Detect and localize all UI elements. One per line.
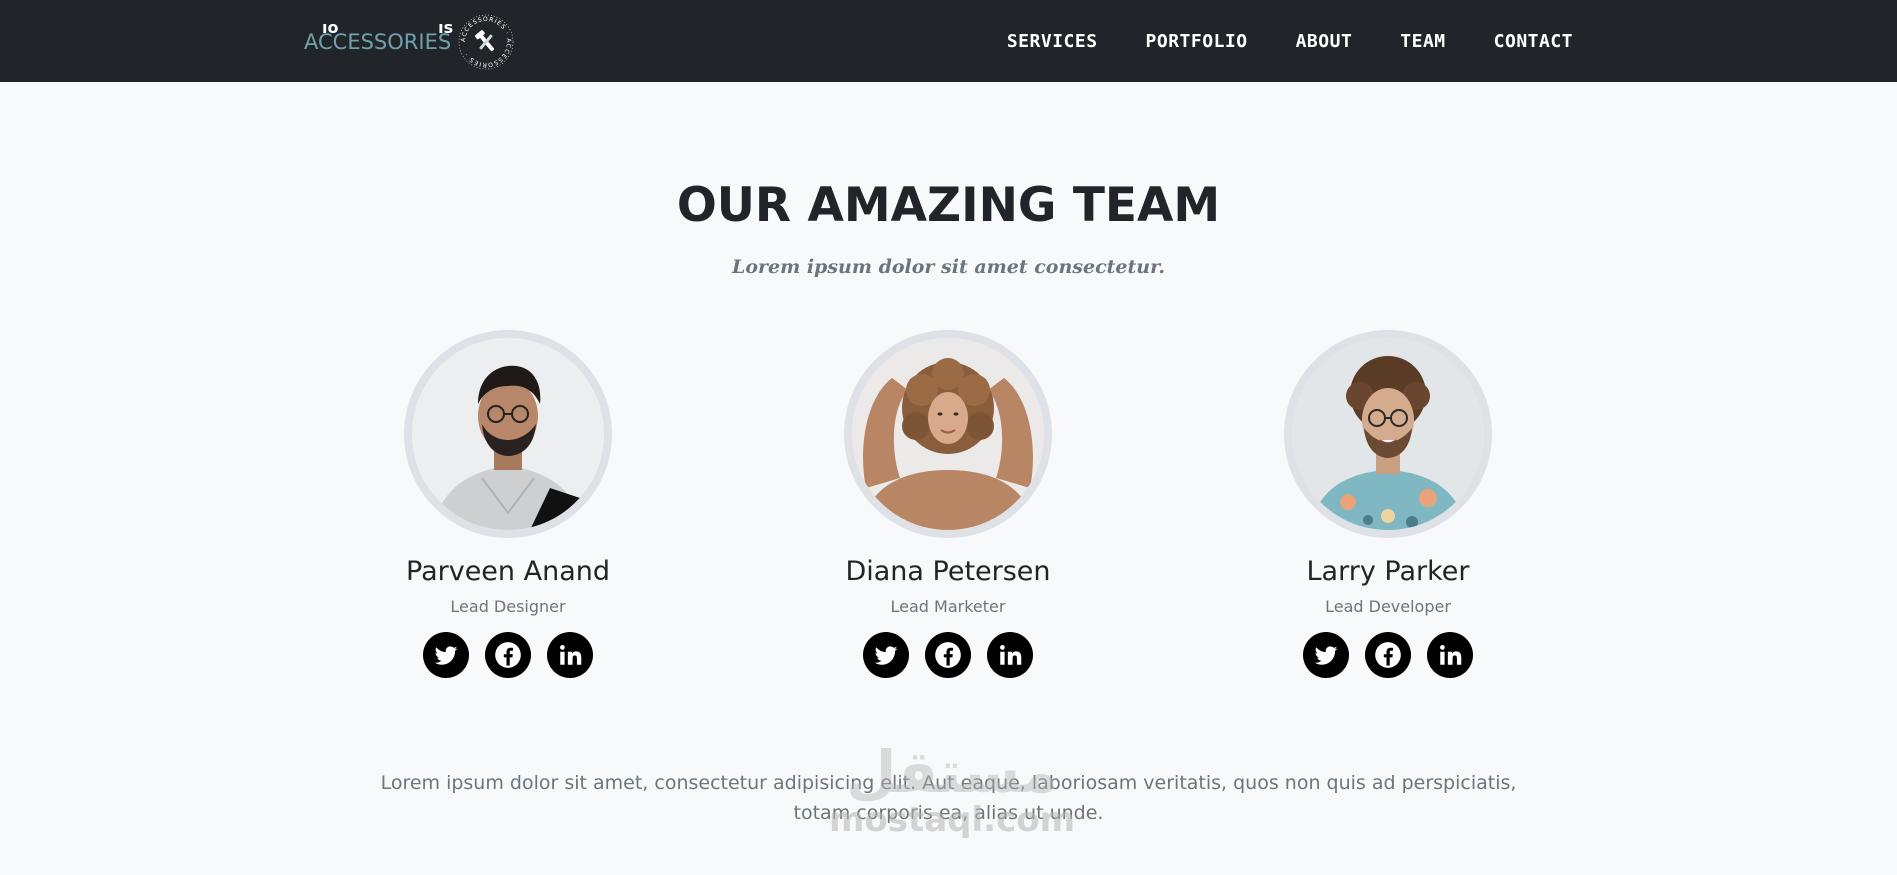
facebook-button[interactable] — [1365, 632, 1411, 678]
linkedin-icon — [1000, 645, 1022, 665]
brand-logo[interactable]: ıo ACCESSORIES ıs ACCESSORIES · ACCESSOR… — [304, 12, 515, 72]
member-photo — [404, 330, 612, 538]
twitter-icon — [874, 646, 898, 665]
member-photo — [1284, 330, 1492, 538]
navbar: ıo ACCESSORIES ıs ACCESSORIES · ACCESSOR… — [0, 0, 1897, 82]
team-description: Lorem ipsum dolor sit amet, consectetur … — [380, 772, 1517, 824]
member-role: Lead Marketer — [890, 597, 1006, 616]
linkedin-icon — [560, 645, 582, 665]
brand-wordmark: ıo ACCESSORIES ıs — [304, 18, 453, 54]
twitter-icon — [1314, 646, 1338, 665]
facebook-icon — [495, 642, 521, 668]
nav-links: SERVICES PORTFOLIO ABOUT TEAM CONTACT — [959, 0, 1573, 82]
nav-link-team[interactable]: TEAM — [1400, 31, 1445, 52]
facebook-icon — [935, 642, 961, 668]
twitter-button[interactable] — [423, 632, 469, 678]
brand-deco-right: ıs — [438, 18, 454, 37]
twitter-icon — [434, 646, 458, 665]
brand-deco-left: ıo — [322, 18, 339, 37]
twitter-button[interactable] — [1303, 632, 1349, 678]
section-subheading: Lorem ipsum dolor sit amet consectetur. — [731, 256, 1165, 278]
social-links — [298, 632, 718, 678]
member-name: Parveen Anand — [406, 556, 610, 587]
twitter-button[interactable] — [863, 632, 909, 678]
team-member: Parveen Anand Lead Designer — [298, 330, 718, 678]
social-links — [1178, 632, 1598, 678]
social-links — [738, 632, 1158, 678]
member-role: Lead Developer — [1325, 597, 1451, 616]
facebook-button[interactable] — [925, 632, 971, 678]
nav-link-about[interactable]: ABOUT — [1296, 31, 1353, 52]
nav-link-portfolio[interactable]: PORTFOLIO — [1146, 31, 1248, 52]
member-name: Diana Petersen — [845, 556, 1051, 587]
linkedin-button[interactable] — [1427, 632, 1473, 678]
brand-badge-icon: ACCESSORIES · ACCESSORIES · — [457, 13, 515, 71]
nav-link-contact[interactable]: CONTACT — [1494, 31, 1573, 52]
nav-link-services[interactable]: SERVICES — [1007, 31, 1098, 52]
facebook-icon — [1375, 642, 1401, 668]
facebook-button[interactable] — [485, 632, 531, 678]
linkedin-button[interactable] — [547, 632, 593, 678]
member-photo — [844, 330, 1052, 538]
team-member: Larry Parker Lead Developer — [1178, 330, 1598, 678]
linkedin-icon — [1440, 645, 1462, 665]
section-heading: OUR AMAZING TEAM — [676, 178, 1221, 233]
team-member: Diana Petersen Lead Marketer — [738, 330, 1158, 678]
member-name: Larry Parker — [1306, 556, 1470, 587]
member-role: Lead Designer — [450, 597, 566, 616]
linkedin-button[interactable] — [987, 632, 1033, 678]
